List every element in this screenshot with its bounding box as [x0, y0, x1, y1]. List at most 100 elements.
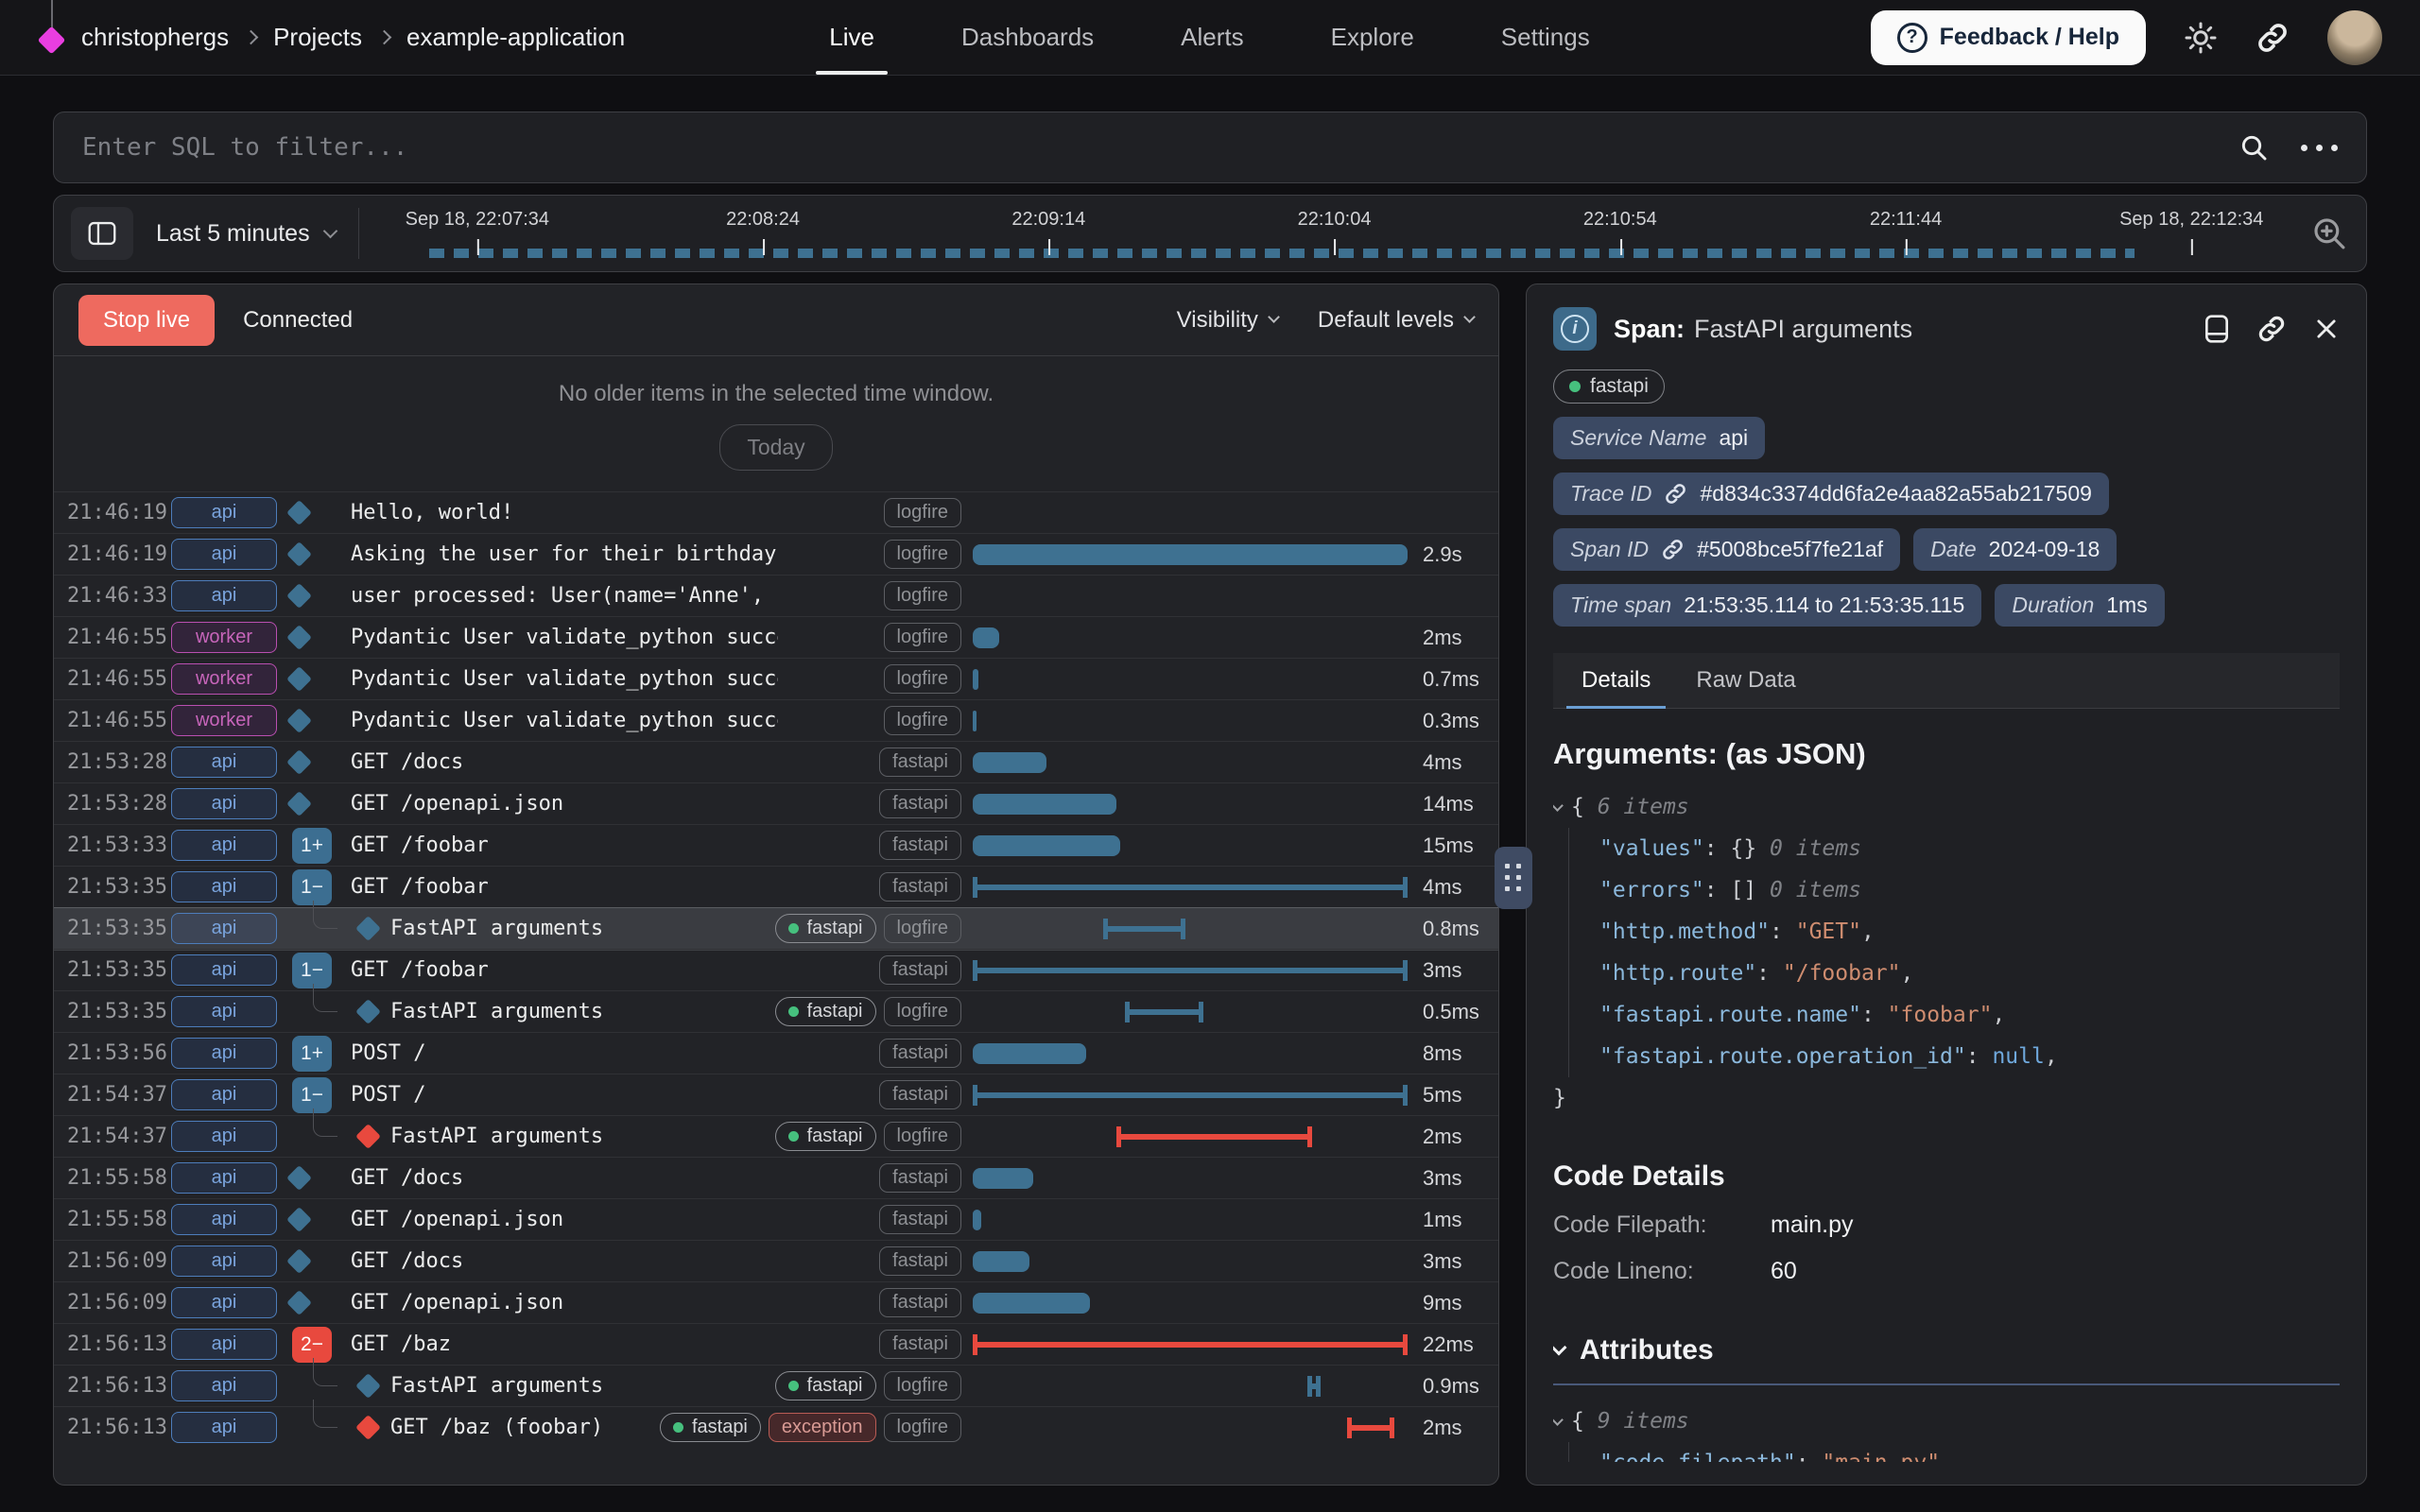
- trace-row[interactable]: 21:56:09apiGET /docsfastapi3ms: [54, 1240, 1498, 1281]
- service-badge-api[interactable]: api: [171, 1079, 277, 1110]
- today-button[interactable]: Today: [719, 424, 832, 471]
- tag-logfire[interactable]: logfire: [884, 664, 961, 694]
- time-range-dropdown[interactable]: Last 5 minutes: [156, 220, 336, 248]
- visibility-dropdown[interactable]: Visibility: [1177, 307, 1278, 334]
- theme-toggle-icon[interactable]: [2184, 21, 2218, 55]
- tag-fastapi[interactable]: fastapi: [775, 1122, 876, 1151]
- user-avatar[interactable]: [2327, 10, 2382, 65]
- toggle-sidebar-icon[interactable]: [71, 207, 133, 260]
- trace-row[interactable]: 21:56:13api2−GET /bazfastapi22ms: [54, 1323, 1498, 1365]
- breadcrumb-item[interactable]: Projects: [273, 23, 362, 52]
- trace-row[interactable]: 21:46:19apiHello, world!logfire: [54, 491, 1498, 533]
- trace-row[interactable]: 21:56:09apiGET /openapi.jsonfastapi9ms: [54, 1281, 1498, 1323]
- attributes-section-toggle[interactable]: Attributes: [1553, 1334, 2340, 1366]
- service-badge-api[interactable]: api: [171, 539, 277, 570]
- tag-logfire[interactable]: logfire: [884, 1371, 961, 1400]
- tag-fastapi[interactable]: fastapi: [775, 997, 876, 1026]
- expand-collapse-chip[interactable]: 1−: [292, 953, 332, 988]
- json-expander-icon[interactable]: [1553, 799, 1564, 812]
- service-badge-api[interactable]: api: [171, 1287, 277, 1318]
- service-badge-api[interactable]: api: [171, 871, 277, 902]
- json-expander-icon[interactable]: [1553, 1414, 1564, 1426]
- tab-explore[interactable]: Explore: [1288, 0, 1458, 75]
- tag-logfire[interactable]: logfire: [884, 1413, 961, 1442]
- tag-fastapi[interactable]: fastapi: [775, 1371, 876, 1400]
- service-badge-api[interactable]: api: [171, 747, 277, 778]
- detail-tab-details[interactable]: Details: [1559, 653, 1673, 708]
- service-badge-api[interactable]: api: [171, 1038, 277, 1069]
- tag-fastapi[interactable]: fastapi: [879, 1080, 961, 1109]
- default-levels-dropdown[interactable]: Default levels: [1318, 307, 1474, 334]
- tag-logfire[interactable]: logfire: [884, 914, 961, 943]
- close-icon[interactable]: [2313, 316, 2340, 342]
- service-badge-api[interactable]: api: [171, 1412, 277, 1443]
- trace-row[interactable]: 21:53:33api1+GET /foobarfastapi15ms: [54, 824, 1498, 866]
- trace-row[interactable]: 21:53:35api1−GET /foobarfastapi4ms: [54, 866, 1498, 907]
- trace-row[interactable]: 21:53:35apiFastAPI argumentsfastapilogfi…: [54, 990, 1498, 1032]
- service-badge-api[interactable]: api: [171, 1246, 277, 1277]
- service-badge-worker[interactable]: worker: [171, 622, 277, 653]
- stop-live-button[interactable]: Stop live: [78, 295, 215, 346]
- tag-logfire[interactable]: logfire: [884, 1122, 961, 1151]
- trace-row[interactable]: 21:53:28apiGET /openapi.jsonfastapi14ms: [54, 782, 1498, 824]
- trace-row[interactable]: 21:56:13apiGET /baz (foobar)fastapiexcep…: [54, 1406, 1498, 1448]
- breadcrumb-item[interactable]: christophergs: [81, 23, 229, 52]
- share-link-icon[interactable]: [2256, 21, 2290, 55]
- service-badge-api[interactable]: api: [171, 497, 277, 528]
- service-badge-api[interactable]: api: [171, 1204, 277, 1235]
- tab-settings[interactable]: Settings: [1458, 0, 1634, 75]
- search-icon[interactable]: [2238, 132, 2269, 163]
- expand-collapse-chip[interactable]: 1−: [292, 1077, 332, 1113]
- trace-row[interactable]: 21:46:55workerPydantic User validate_pyt…: [54, 658, 1498, 699]
- tag-fastapi[interactable]: fastapi: [879, 1246, 961, 1276]
- tag-logfire[interactable]: logfire: [884, 706, 961, 735]
- trace-row[interactable]: 21:53:35apiFastAPI argumentsfastapilogfi…: [54, 907, 1498, 949]
- trace-row[interactable]: 21:55:58apiGET /openapi.jsonfastapi1ms: [54, 1198, 1498, 1240]
- service-badge-api[interactable]: api: [171, 830, 277, 861]
- open-drawer-icon[interactable]: [2204, 314, 2230, 344]
- tab-live[interactable]: Live: [786, 0, 918, 75]
- trace-row[interactable]: 21:46:55workerPydantic User validate_pyt…: [54, 616, 1498, 658]
- more-options-icon[interactable]: [2301, 145, 2338, 151]
- tag-fastapi[interactable]: fastapi: [879, 1330, 961, 1359]
- tag-fastapi[interactable]: fastapi: [879, 955, 961, 985]
- zoom-in-icon[interactable]: [2309, 214, 2349, 253]
- service-badge-api[interactable]: api: [171, 1329, 277, 1360]
- chip-span-id[interactable]: Span ID#5008bce5f7fe21af: [1553, 528, 1900, 571]
- trace-row[interactable]: 21:53:35api1−GET /foobarfastapi3ms: [54, 949, 1498, 990]
- service-tag-pill[interactable]: fastapi: [1553, 369, 1665, 404]
- tab-alerts[interactable]: Alerts: [1137, 0, 1287, 75]
- tag-fastapi[interactable]: fastapi: [879, 831, 961, 860]
- feedback-help-button[interactable]: ? Feedback / Help: [1871, 10, 2146, 65]
- trace-row[interactable]: 21:53:28apiGET /docsfastapi4ms: [54, 741, 1498, 782]
- service-badge-api[interactable]: api: [171, 954, 277, 986]
- breadcrumb-item[interactable]: example-application: [406, 23, 625, 52]
- tag-fastapi[interactable]: fastapi: [879, 747, 961, 777]
- service-badge-api[interactable]: api: [171, 580, 277, 611]
- trace-row[interactable]: 21:46:19apiAsking the user for their bir…: [54, 533, 1498, 575]
- service-badge-api[interactable]: api: [171, 788, 277, 819]
- detail-tab-raw-data[interactable]: Raw Data: [1673, 653, 1818, 708]
- tag-logfire[interactable]: logfire: [884, 498, 961, 527]
- expand-collapse-chip[interactable]: 1−: [292, 869, 332, 905]
- chip-trace-id[interactable]: Trace ID#d834c3374dd6fa2e4aa82a55ab21750…: [1553, 472, 2109, 515]
- copy-link-icon[interactable]: [2256, 314, 2287, 344]
- tag-logfire[interactable]: logfire: [884, 581, 961, 610]
- expand-collapse-chip[interactable]: 1+: [292, 828, 332, 864]
- tag-fastapi[interactable]: fastapi: [879, 1163, 961, 1193]
- expand-collapse-chip[interactable]: 2−: [292, 1327, 332, 1363]
- trace-row[interactable]: 21:56:13apiFastAPI argumentsfastapilogfi…: [54, 1365, 1498, 1406]
- trace-row[interactable]: 21:53:56api1+POST /fastapi8ms: [54, 1032, 1498, 1074]
- service-badge-api[interactable]: api: [171, 996, 277, 1027]
- service-badge-api[interactable]: api: [171, 1162, 277, 1194]
- service-badge-api[interactable]: api: [171, 1370, 277, 1401]
- tag-logfire[interactable]: logfire: [884, 540, 961, 569]
- tab-dashboards[interactable]: Dashboards: [918, 0, 1137, 75]
- sql-filter-input[interactable]: [82, 133, 2206, 162]
- tag-logfire[interactable]: logfire: [884, 623, 961, 652]
- trace-row[interactable]: 21:46:55workerPydantic User validate_pyt…: [54, 699, 1498, 741]
- tag-fastapi[interactable]: fastapi: [775, 914, 876, 943]
- service-badge-api[interactable]: api: [171, 1121, 277, 1152]
- service-badge-worker[interactable]: worker: [171, 663, 277, 695]
- tag-fastapi[interactable]: fastapi: [879, 1205, 961, 1234]
